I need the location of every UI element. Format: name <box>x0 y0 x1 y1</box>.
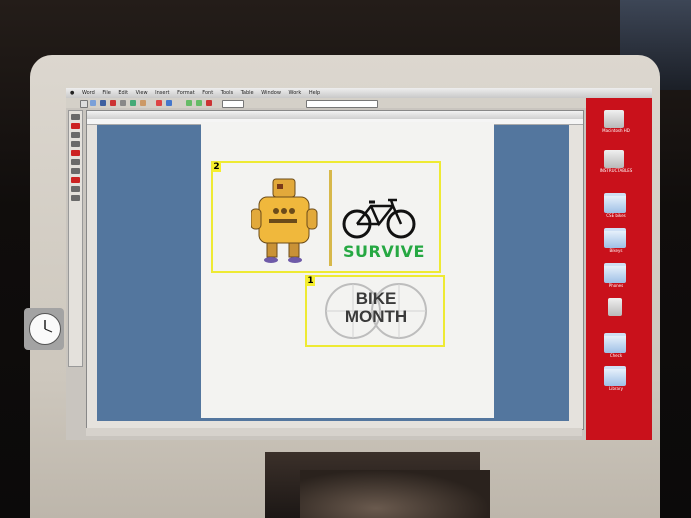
desktop-icon-folder[interactable]: Check <box>604 333 628 358</box>
bike-month-logo: BIKE MONTH <box>331 290 421 326</box>
menu-item-view[interactable]: View <box>136 90 148 96</box>
folder-icon <box>604 333 626 353</box>
menu-item-word[interactable]: Word <box>82 90 95 96</box>
menu-item-window[interactable]: Window <box>261 90 281 96</box>
menu-item-file[interactable]: File <box>102 90 110 96</box>
hand-tool-icon[interactable] <box>71 186 80 192</box>
document-title-bar[interactable] <box>87 111 583 119</box>
robot-illustration <box>251 178 318 263</box>
folder-icon <box>604 263 626 283</box>
clock-face-icon <box>29 313 61 345</box>
drawing-icon[interactable] <box>206 100 212 106</box>
desktop-icon-folder[interactable]: Bikeys <box>604 228 628 253</box>
undo-icon[interactable] <box>156 100 162 106</box>
desktop-icon-folder[interactable]: Library <box>604 366 628 391</box>
fill-tool-icon[interactable] <box>71 150 80 156</box>
copy-icon[interactable] <box>130 100 136 106</box>
print-icon[interactable] <box>110 100 116 106</box>
columns-icon[interactable] <box>196 100 202 106</box>
desktop-icon-label: Check <box>609 353 623 358</box>
desktop-icon-label: Macintosh HD <box>602 128 630 133</box>
drive-icon <box>604 150 624 168</box>
color-tool-icon[interactable] <box>71 177 80 183</box>
desktop-icon-drive[interactable]: Macintosh HD <box>602 110 630 133</box>
text-tool-icon[interactable] <box>71 123 80 129</box>
desktop-icon-label: Library <box>609 386 623 391</box>
status-bar <box>86 428 582 436</box>
clock-widget[interactable] <box>24 308 64 350</box>
menu-item-work[interactable]: Work <box>289 90 302 96</box>
clock-hands-icon <box>44 320 53 333</box>
desktop-icon-file[interactable] <box>604 298 628 316</box>
select-tool-icon[interactable] <box>71 114 80 120</box>
document-page: 2 SURVIVE 1 BIKE MONTH <box>201 122 494 418</box>
apple-icon[interactable]: ● <box>70 90 74 96</box>
folder-icon <box>604 366 626 386</box>
artwork-divider <box>329 170 332 266</box>
rotate-tool-icon[interactable] <box>71 159 80 165</box>
survive-text: SURVIVE <box>343 242 425 261</box>
menu-item-help[interactable]: Help <box>309 90 320 96</box>
zoom-icon[interactable] <box>222 100 244 108</box>
desktop-icon-label: Bikeys <box>609 248 623 253</box>
bike-month-line-1: BIKE <box>355 289 397 308</box>
pen-tool-icon[interactable] <box>71 168 80 174</box>
new-document-icon[interactable] <box>80 100 88 108</box>
foreground-object <box>300 470 490 518</box>
font-box-icon[interactable] <box>306 100 378 108</box>
annotation-number-1: 1 <box>306 276 315 286</box>
menu-item-insert[interactable]: Insert <box>155 90 169 96</box>
open-icon[interactable] <box>90 100 96 106</box>
menu-bar: ● Word File Edit View Insert Format Font… <box>66 88 652 98</box>
bike-month-line-2: MONTH <box>344 307 408 326</box>
folder-icon <box>604 228 626 248</box>
desktop-icon-instructables[interactable]: INSTRUCTABLES <box>600 150 632 173</box>
desktop-icon-label: CSE bikes <box>606 213 626 218</box>
document-icon <box>608 298 622 316</box>
desktop-icon-label: INSTRUCTABLES <box>599 168 633 173</box>
table-icon[interactable] <box>186 100 192 106</box>
menu-item-tools[interactable]: Tools <box>221 90 233 96</box>
desktop-icon-folder[interactable]: CSE bikes <box>604 193 628 218</box>
save-icon[interactable] <box>100 100 106 106</box>
folder-icon <box>604 193 626 213</box>
desktop-icon-folder[interactable]: Phones <box>604 263 628 288</box>
annotation-number-2: 2 <box>212 162 221 172</box>
shape-tool-icon[interactable] <box>71 141 80 147</box>
menu-item-format[interactable]: Format <box>177 90 195 96</box>
line-tool-icon[interactable] <box>71 132 80 138</box>
monitor-screen: ● Word File Edit View Insert Format Font… <box>66 88 652 440</box>
hard-drive-icon <box>604 110 624 128</box>
zoom-tool-icon[interactable] <box>71 195 80 201</box>
tool-palette <box>68 110 83 367</box>
desktop-icon-label: Phones <box>608 283 624 288</box>
desktop-background: Macintosh HD INSTRUCTABLES CSE bikes Bik… <box>586 98 652 440</box>
bicycle-icon <box>342 198 416 239</box>
cut-icon[interactable] <box>120 100 126 106</box>
paste-icon[interactable] <box>140 100 146 106</box>
menu-item-table[interactable]: Table <box>241 90 254 96</box>
menu-item-font[interactable]: Font <box>202 90 213 96</box>
menu-item-edit[interactable]: Edit <box>118 90 128 96</box>
redo-icon[interactable] <box>166 100 172 106</box>
toolbar <box>66 98 586 108</box>
